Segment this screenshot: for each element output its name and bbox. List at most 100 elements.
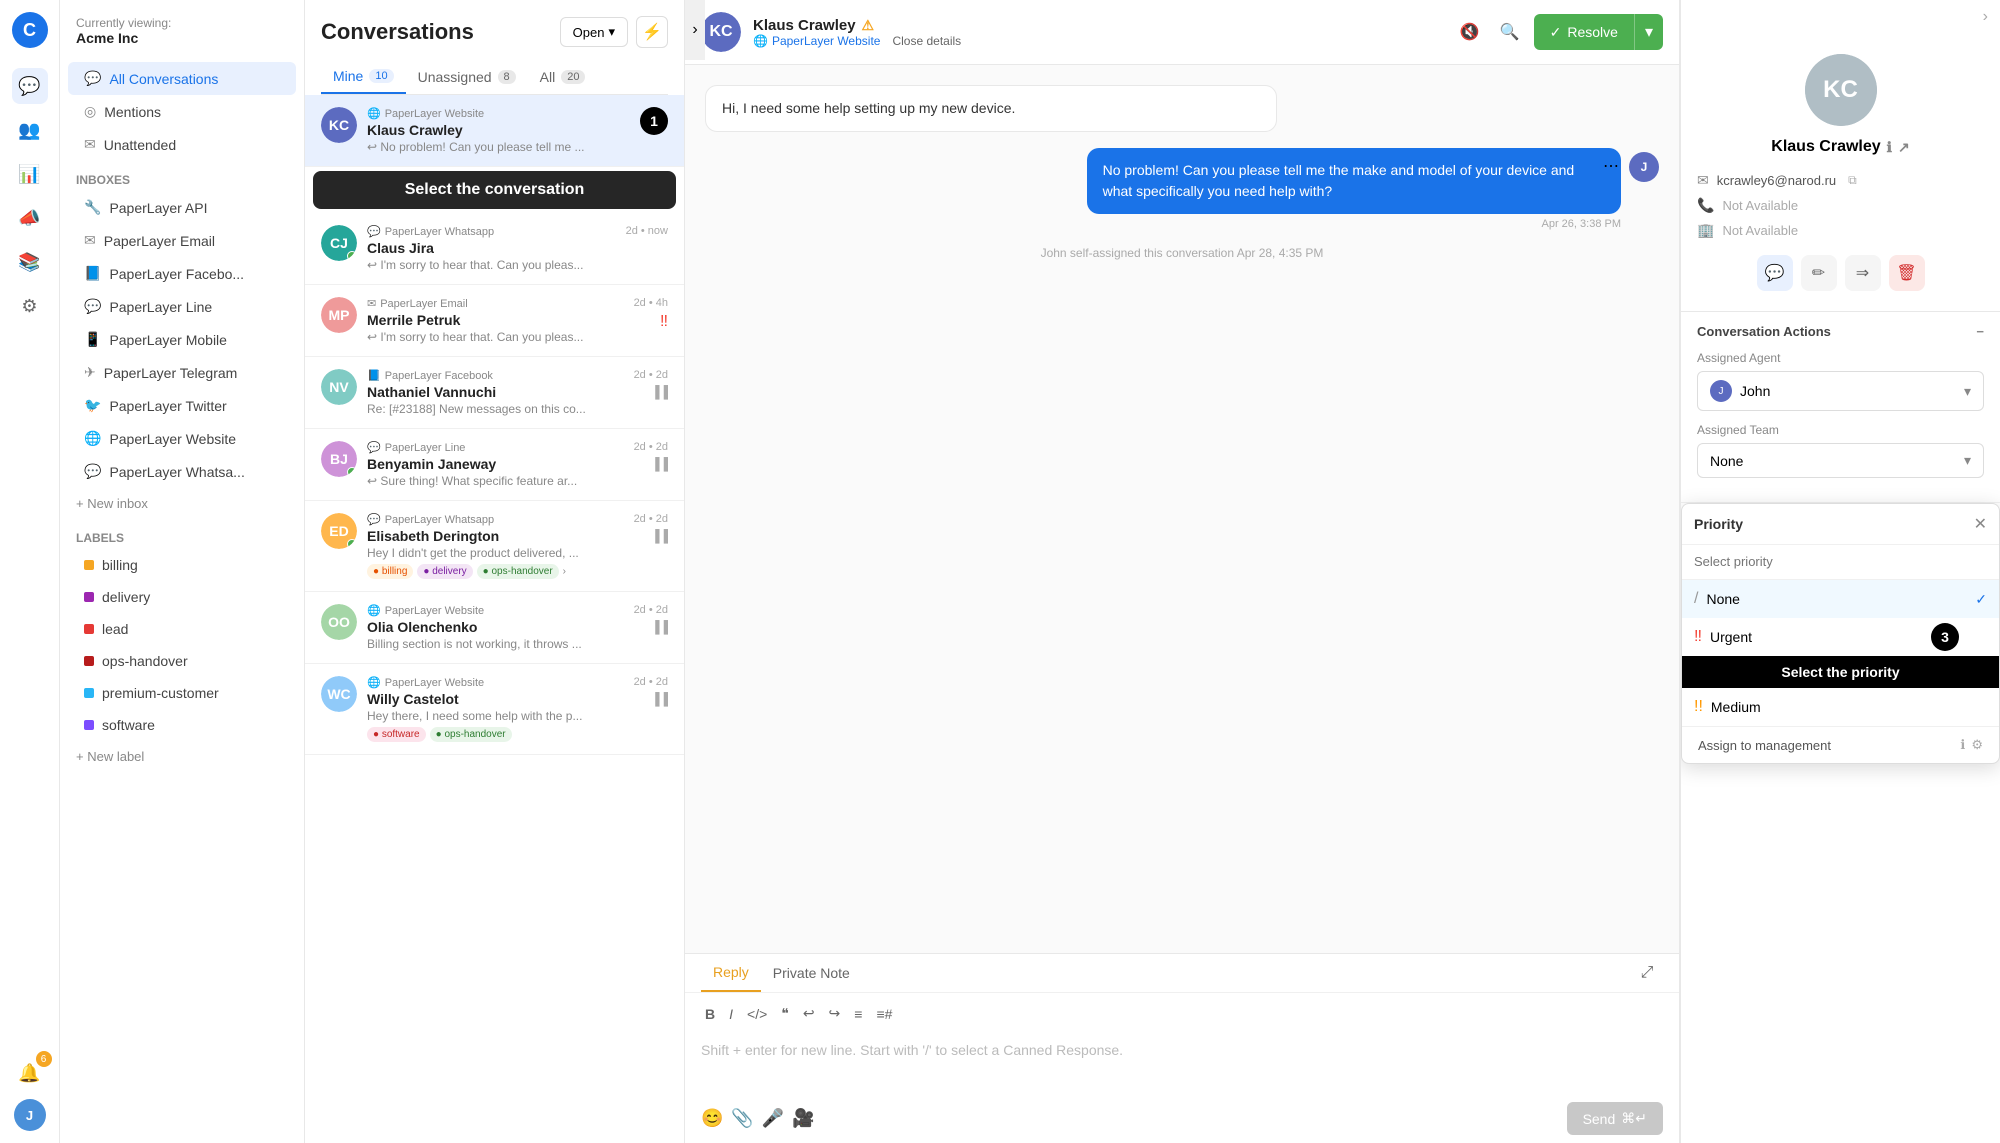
conversation-item-2[interactable]: CJ 💬 PaperLayer Whatsapp Claus Jira ↩ I'…: [305, 213, 684, 285]
redo-button[interactable]: ↪: [825, 1001, 845, 1026]
expand-panel-button[interactable]: ›: [685, 0, 705, 60]
nav-item-paperlayer-email[interactable]: ✉ PaperLayer Email: [68, 224, 296, 257]
merge-contact-button[interactable]: ⇒: [1845, 255, 1881, 291]
copy-email-icon[interactable]: ⧉: [1848, 173, 1857, 188]
conv-content-2: 💬 PaperLayer Whatsapp Claus Jira ↩ I'm s…: [367, 225, 616, 272]
code-button[interactable]: </>: [743, 1002, 771, 1026]
conv-content-8: 🌐 PaperLayer Website Willy Castelot Hey …: [367, 676, 624, 742]
close-details-link[interactable]: Close details: [892, 34, 961, 48]
contact-info-icon[interactable]: ℹ: [1887, 139, 1892, 156]
expand-editor-icon[interactable]: ⤢: [1631, 957, 1663, 989]
nav-item-paperlayer-website[interactable]: 🌐 PaperLayer Website: [68, 422, 296, 455]
open-filter-button[interactable]: Open ▾: [560, 17, 628, 47]
sidebar-icon-campaigns[interactable]: 📣: [12, 200, 48, 236]
nav-item-paperlayer-whatsapp[interactable]: 💬 PaperLayer Whatsa...: [68, 455, 296, 488]
edit-contact-button[interactable]: ✏: [1801, 255, 1837, 291]
conv-preview-2: ↩ I'm sorry to hear that. Can you pleas.…: [367, 258, 616, 272]
priority-option-medium[interactable]: !! Medium: [1682, 688, 1999, 726]
nav-item-paperlayer-telegram[interactable]: ✈ PaperLayer Telegram: [68, 356, 296, 389]
conversation-item-7[interactable]: OO 🌐 PaperLayer Website Olia Olenchenko …: [305, 592, 684, 664]
sidebar-icon-contacts[interactable]: 👥: [12, 112, 48, 148]
nav-item-label-billing[interactable]: billing: [68, 549, 296, 581]
assigned-agent-dropdown[interactable]: J John ▾: [1697, 371, 1984, 411]
chat-contact-name: Klaus Crawley ⚠: [753, 17, 1442, 34]
collapse-icon[interactable]: −: [1976, 324, 1984, 339]
priority-search-input[interactable]: [1694, 554, 1987, 569]
nav-panel: Currently viewing: Acme Inc 💬 All Conver…: [60, 0, 305, 1143]
nav-item-paperlayer-api[interactable]: 🔧 PaperLayer API: [68, 191, 296, 224]
priority-dropdown[interactable]: Priority ✕ / None ✓ ‼ Urgent 3 Select th…: [1681, 503, 2000, 764]
send-button[interactable]: Send ⌘↵: [1567, 1102, 1663, 1135]
close-dropdown-icon[interactable]: ✕: [1974, 514, 1987, 534]
list-button[interactable]: ≡: [850, 1002, 866, 1026]
resolve-main-button[interactable]: ✓ Resolve: [1534, 16, 1634, 49]
message-options-icon[interactable]: ⋯: [1603, 156, 1619, 176]
private-note-tab[interactable]: Private Note: [761, 955, 862, 991]
more-tags: ›: [563, 566, 566, 577]
audio-button[interactable]: 🎤: [762, 1108, 784, 1129]
online-dot-2: [347, 251, 357, 261]
none-priority-icon: /: [1694, 590, 1698, 608]
tab-all[interactable]: All 20: [528, 60, 598, 94]
new-conversation-button[interactable]: 💬: [1757, 255, 1793, 291]
conversation-item-5[interactable]: BJ 💬 PaperLayer Line Benyamin Janeway ↩ …: [305, 429, 684, 501]
filter-icon: ⚡: [642, 22, 662, 42]
conversation-item-3[interactable]: MP ✉ PaperLayer Email Merrile Petruk ↩ I…: [305, 285, 684, 357]
nav-item-unattended[interactable]: ✉ Unattended: [68, 128, 296, 161]
resolve-dropdown-arrow[interactable]: ▾: [1634, 14, 1663, 50]
reply-tab[interactable]: Reply: [701, 954, 761, 992]
tag-ops-8: ● ops-handover: [430, 727, 512, 742]
tab-unassigned[interactable]: Unassigned 8: [406, 60, 528, 94]
nav-item-label-lead[interactable]: lead: [68, 613, 296, 645]
conversation-item-6[interactable]: ED 💬 PaperLayer Whatsapp Elisabeth Derin…: [305, 501, 684, 592]
settings-icon-mgmt[interactable]: ⚙: [1971, 737, 1983, 753]
ordered-list-button[interactable]: ≡#: [872, 1002, 896, 1026]
nav-item-paperlayer-mobile[interactable]: 📱 PaperLayer Mobile: [68, 323, 296, 356]
priority-option-none[interactable]: / None ✓: [1682, 580, 1999, 618]
conversation-item-1[interactable]: KC 🌐 PaperLayer Website Klaus Crawley ↩ …: [305, 95, 684, 167]
sidebar-icon-library[interactable]: 📚: [12, 244, 48, 280]
video-button[interactable]: 🎥: [792, 1108, 814, 1129]
nav-item-label-ops-handover[interactable]: ops-handover: [68, 645, 296, 677]
search-in-chat-button[interactable]: 🔍: [1494, 16, 1526, 48]
message-input[interactable]: Shift + enter for new line. Start with '…: [685, 1034, 1679, 1094]
nav-item-all-conversations[interactable]: 💬 All Conversations: [68, 62, 296, 95]
right-panel: › KC Klaus Crawley ℹ ↗ ✉ kcrawley6@narod…: [1680, 0, 2000, 1143]
resolve-button[interactable]: ✓ Resolve ▾: [1534, 14, 1663, 50]
new-inbox-button[interactable]: + New inbox: [60, 488, 304, 519]
tab-mine[interactable]: Mine 10: [321, 60, 406, 94]
right-panel-collapse[interactable]: ›: [1983, 8, 1988, 26]
bold-button[interactable]: B: [701, 1002, 719, 1026]
sidebar-icon-conversations[interactable]: 💬: [12, 68, 48, 104]
conversation-item-4[interactable]: NV 📘 PaperLayer Facebook Nathaniel Vannu…: [305, 357, 684, 429]
contact-external-link[interactable]: ↗: [1898, 139, 1910, 156]
conv-content-3: ✉ PaperLayer Email Merrile Petruk ↩ I'm …: [367, 297, 624, 344]
attachment-button[interactable]: 📎: [731, 1108, 753, 1129]
source-icon-8: 🌐: [367, 676, 381, 689]
new-label-button[interactable]: + New label: [60, 741, 304, 772]
nav-item-label-premium-customer[interactable]: premium-customer: [68, 677, 296, 709]
delete-contact-button[interactable]: 🗑: [1889, 255, 1925, 291]
assign-to-management-row[interactable]: Assign to management ℹ ⚙: [1682, 726, 1999, 763]
nav-item-paperlayer-facebook[interactable]: 📘 PaperLayer Facebo...: [68, 257, 296, 290]
quote-button[interactable]: ❝: [777, 1001, 793, 1026]
sidebar-icon-reports[interactable]: 📊: [12, 156, 48, 192]
assigned-team-dropdown[interactable]: None ▾: [1697, 443, 1984, 478]
mute-icon-button[interactable]: 🔇: [1454, 16, 1486, 48]
nav-item-label-software[interactable]: software: [68, 709, 296, 741]
priority-option-urgent[interactable]: ‼ Urgent 3: [1682, 618, 1999, 656]
undo-button[interactable]: ↩: [799, 1001, 819, 1026]
nav-item-paperlayer-twitter[interactable]: 🐦 PaperLayer Twitter: [68, 389, 296, 422]
emoji-button[interactable]: 😊: [701, 1108, 723, 1129]
nav-item-paperlayer-line[interactable]: 💬 PaperLayer Line: [68, 290, 296, 323]
italic-button[interactable]: I: [725, 1002, 737, 1026]
conv-meta-4: 2d • 2d ▐▐: [634, 369, 668, 399]
user-avatar[interactable]: J: [14, 1099, 46, 1131]
unattended-icon: ✉: [84, 136, 96, 153]
sidebar-icon-rail: C 💬 👥 📊 📣 📚 ⚙ 🔔 6 J: [0, 0, 60, 1143]
filter-icon-button[interactable]: ⚡: [636, 16, 668, 48]
nav-item-mentions[interactable]: ◎ Mentions: [68, 95, 296, 128]
conversation-item-8[interactable]: WC 🌐 PaperLayer Website Willy Castelot H…: [305, 664, 684, 755]
sidebar-icon-settings[interactable]: ⚙: [12, 288, 48, 324]
nav-item-label-delivery[interactable]: delivery: [68, 581, 296, 613]
